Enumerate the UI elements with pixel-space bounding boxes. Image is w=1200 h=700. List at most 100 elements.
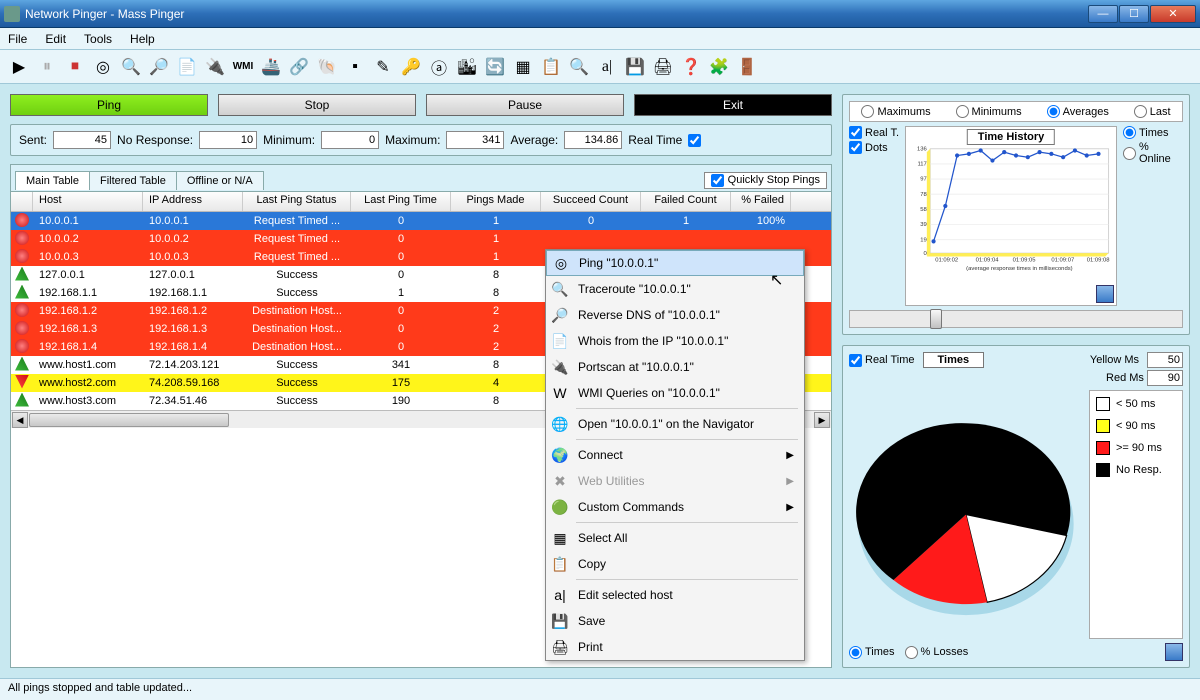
dots-check[interactable]: Dots	[849, 141, 899, 154]
tab-filtered[interactable]: Filtered Table	[89, 171, 177, 190]
refresh-icon[interactable]: 🔄	[482, 54, 508, 80]
pause-icon[interactable]: ⏸	[34, 54, 60, 80]
table-row[interactable]: 10.0.0.1 10.0.0.1 Request Timed ... 0 1 …	[11, 212, 831, 230]
ctx-item[interactable]: 🌍Connect▶	[546, 442, 804, 468]
print-icon[interactable]: 🖨	[650, 54, 676, 80]
menu-file[interactable]: File	[8, 32, 27, 46]
avg-field[interactable]	[564, 131, 622, 149]
quick-stop-checkbox[interactable]	[711, 174, 724, 187]
ctx-item[interactable]: ◎Ping "10.0.0.1"	[546, 250, 804, 276]
exit-button[interactable]: Exit	[634, 94, 832, 116]
alert-icon[interactable]: ⓐ	[426, 54, 452, 80]
key-icon[interactable]: 🔑	[398, 54, 424, 80]
min-field[interactable]	[321, 131, 379, 149]
pie-rt-check[interactable]: Real Time	[849, 354, 915, 367]
col-status[interactable]: Last Ping Status	[243, 192, 351, 211]
ctx-item[interactable]: WWMI Queries on "10.0.0.1"	[546, 380, 804, 406]
menu-help[interactable]: Help	[130, 32, 155, 46]
ctx-item[interactable]: 🟢Custom Commands▶	[546, 494, 804, 520]
col-pings[interactable]: Pings Made	[451, 192, 541, 211]
edit-icon[interactable]: a|	[594, 54, 620, 80]
search-icon[interactable]: 🔍	[118, 54, 144, 80]
nores-field[interactable]	[199, 131, 257, 149]
ctx-item[interactable]: 📄Whois from the IP "10.0.0.1"	[546, 328, 804, 354]
sent-field[interactable]	[53, 131, 111, 149]
pie-radio-times[interactable]: Times	[849, 646, 895, 659]
ctx-item[interactable]: ▦Select All	[546, 525, 804, 551]
toolbar: ▶ ⏸ ⏹ ◎ 🔍 🔎 📄 🔌 WMI 🚢 🔗 🐚 ▪ ✎ 🔑 ⓐ 🏙 🔄 ▦ …	[0, 50, 1200, 84]
exit-icon[interactable]: 🚪	[734, 54, 760, 80]
copy-icon[interactable]: 📋	[538, 54, 564, 80]
cell-host: 10.0.0.3	[33, 249, 143, 265]
minimize-button[interactable]: —	[1088, 5, 1118, 23]
ctx-item[interactable]: 💾Save	[546, 608, 804, 634]
ctx-label: Copy	[578, 557, 606, 571]
connect-icon[interactable]: 🔗	[286, 54, 312, 80]
city-icon[interactable]: 🏙	[454, 54, 480, 80]
radio-pct[interactable]: % Online	[1123, 141, 1183, 165]
pause-button[interactable]: Pause	[426, 94, 624, 116]
ping-button[interactable]: Ping	[10, 94, 208, 116]
scroll-thumb[interactable]	[29, 413, 229, 427]
col-succeed[interactable]: Succeed Count	[541, 192, 641, 211]
ctx-item[interactable]: 🔍Traceroute "10.0.0.1"	[546, 276, 804, 302]
maximize-button[interactable]: ☐	[1119, 5, 1149, 23]
cell-lasttime: 1	[351, 285, 451, 301]
radio-last[interactable]: Last	[1134, 105, 1171, 118]
find-icon[interactable]: 🔍	[566, 54, 592, 80]
tab-main[interactable]: Main Table	[15, 171, 90, 190]
line-chart: Time History 136 117 97	[905, 126, 1117, 306]
ctx-item[interactable]: 🔌Portscan at "10.0.0.1"	[546, 354, 804, 380]
wmi-icon[interactable]: WMI	[230, 54, 256, 80]
menu-edit[interactable]: Edit	[45, 32, 66, 46]
radio-times[interactable]: Times	[1123, 126, 1183, 139]
cell-status: Success	[243, 357, 351, 373]
chart-save-icon[interactable]	[1096, 285, 1114, 303]
col-pctfailed[interactable]: % Failed	[731, 192, 791, 211]
wand-icon[interactable]: ✎	[370, 54, 396, 80]
ctx-item[interactable]: 🖨Print	[546, 634, 804, 660]
save-icon[interactable]: 💾	[622, 54, 648, 80]
help-icon[interactable]: ❓	[678, 54, 704, 80]
ctx-item[interactable]: 🌐Open "10.0.0.1" on the Navigator	[546, 411, 804, 437]
whois-icon[interactable]: 📄	[174, 54, 200, 80]
menu-tools[interactable]: Tools	[84, 32, 112, 46]
tab-offline[interactable]: Offline or N/A	[176, 171, 264, 190]
ship-icon[interactable]: 🚢	[258, 54, 284, 80]
ctx-item[interactable]: 🔎Reverse DNS of "10.0.0.1"	[546, 302, 804, 328]
realt-check[interactable]: Real T.	[849, 126, 899, 139]
col-failed[interactable]: Failed Count	[641, 192, 731, 211]
close-button[interactable]: ✕	[1150, 5, 1196, 23]
max-field[interactable]	[446, 131, 504, 149]
portscan-icon[interactable]: 🔌	[202, 54, 228, 80]
pie-save-icon[interactable]	[1165, 643, 1183, 661]
scroll-right-icon[interactable]: ▶	[814, 412, 830, 428]
scroll-left-icon[interactable]: ◀	[12, 412, 28, 428]
red-input[interactable]	[1147, 370, 1183, 386]
yellow-input[interactable]	[1147, 352, 1183, 368]
ctx-label: Portscan at "10.0.0.1"	[578, 360, 694, 374]
grid-icon[interactable]: 🧩	[706, 54, 732, 80]
radio-max[interactable]: Maximums	[861, 105, 930, 118]
selectall-icon[interactable]: ▦	[510, 54, 536, 80]
globe-search-icon[interactable]: 🔎	[146, 54, 172, 80]
ctx-item[interactable]: 📋Copy	[546, 551, 804, 577]
quick-stop-box[interactable]: Quickly Stop Pings	[704, 172, 827, 189]
slider-handle[interactable]	[930, 309, 942, 329]
stop-icon[interactable]: ⏹	[62, 54, 88, 80]
target-icon[interactable]: ◎	[90, 54, 116, 80]
ctx-item[interactable]: a|Edit selected host	[546, 582, 804, 608]
time-slider[interactable]	[849, 310, 1183, 328]
col-ip[interactable]: IP Address	[143, 192, 243, 211]
stop-button[interactable]: Stop	[218, 94, 416, 116]
table-row[interactable]: 10.0.0.2 10.0.0.2 Request Timed ... 0 1	[11, 230, 831, 248]
col-host[interactable]: Host	[33, 192, 143, 211]
realtime-checkbox[interactable]	[688, 134, 701, 147]
play-icon[interactable]: ▶	[6, 54, 32, 80]
radio-avg[interactable]: Averages	[1047, 105, 1109, 118]
terminal-icon[interactable]: ▪	[342, 54, 368, 80]
pie-radio-losses[interactable]: % Losses	[905, 646, 969, 659]
col-lasttime[interactable]: Last Ping Time	[351, 192, 451, 211]
shell-icon[interactable]: 🐚	[314, 54, 340, 80]
radio-min[interactable]: Minimums	[956, 105, 1022, 118]
